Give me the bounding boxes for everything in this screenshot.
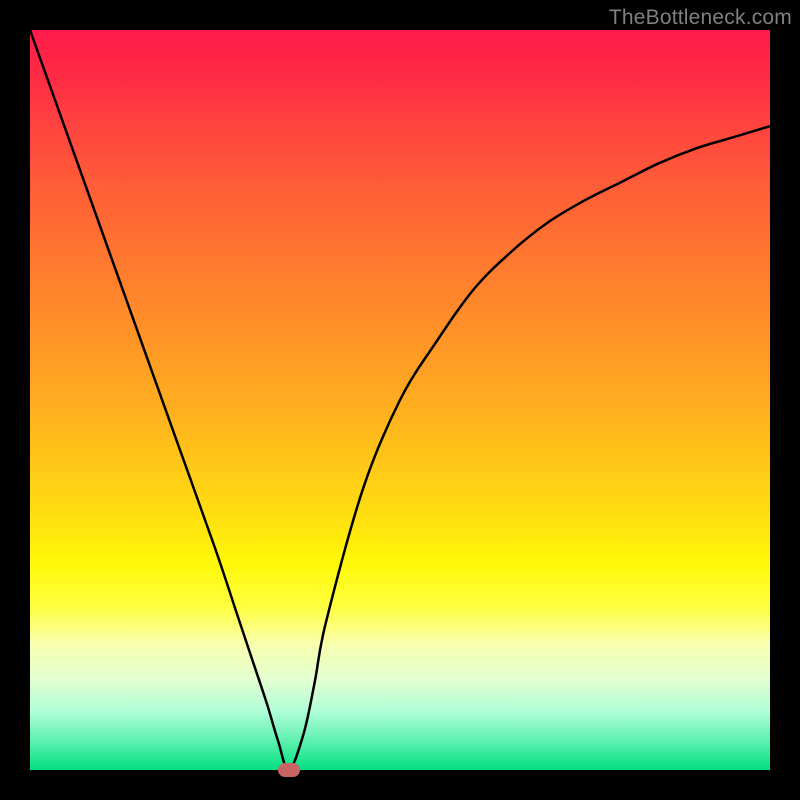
curve-svg xyxy=(30,30,770,770)
bottleneck-curve xyxy=(30,30,770,770)
watermark-text: TheBottleneck.com xyxy=(609,6,792,30)
optimal-marker xyxy=(278,763,300,777)
chart-container: TheBottleneck.com xyxy=(0,0,800,800)
plot-area xyxy=(30,30,770,770)
